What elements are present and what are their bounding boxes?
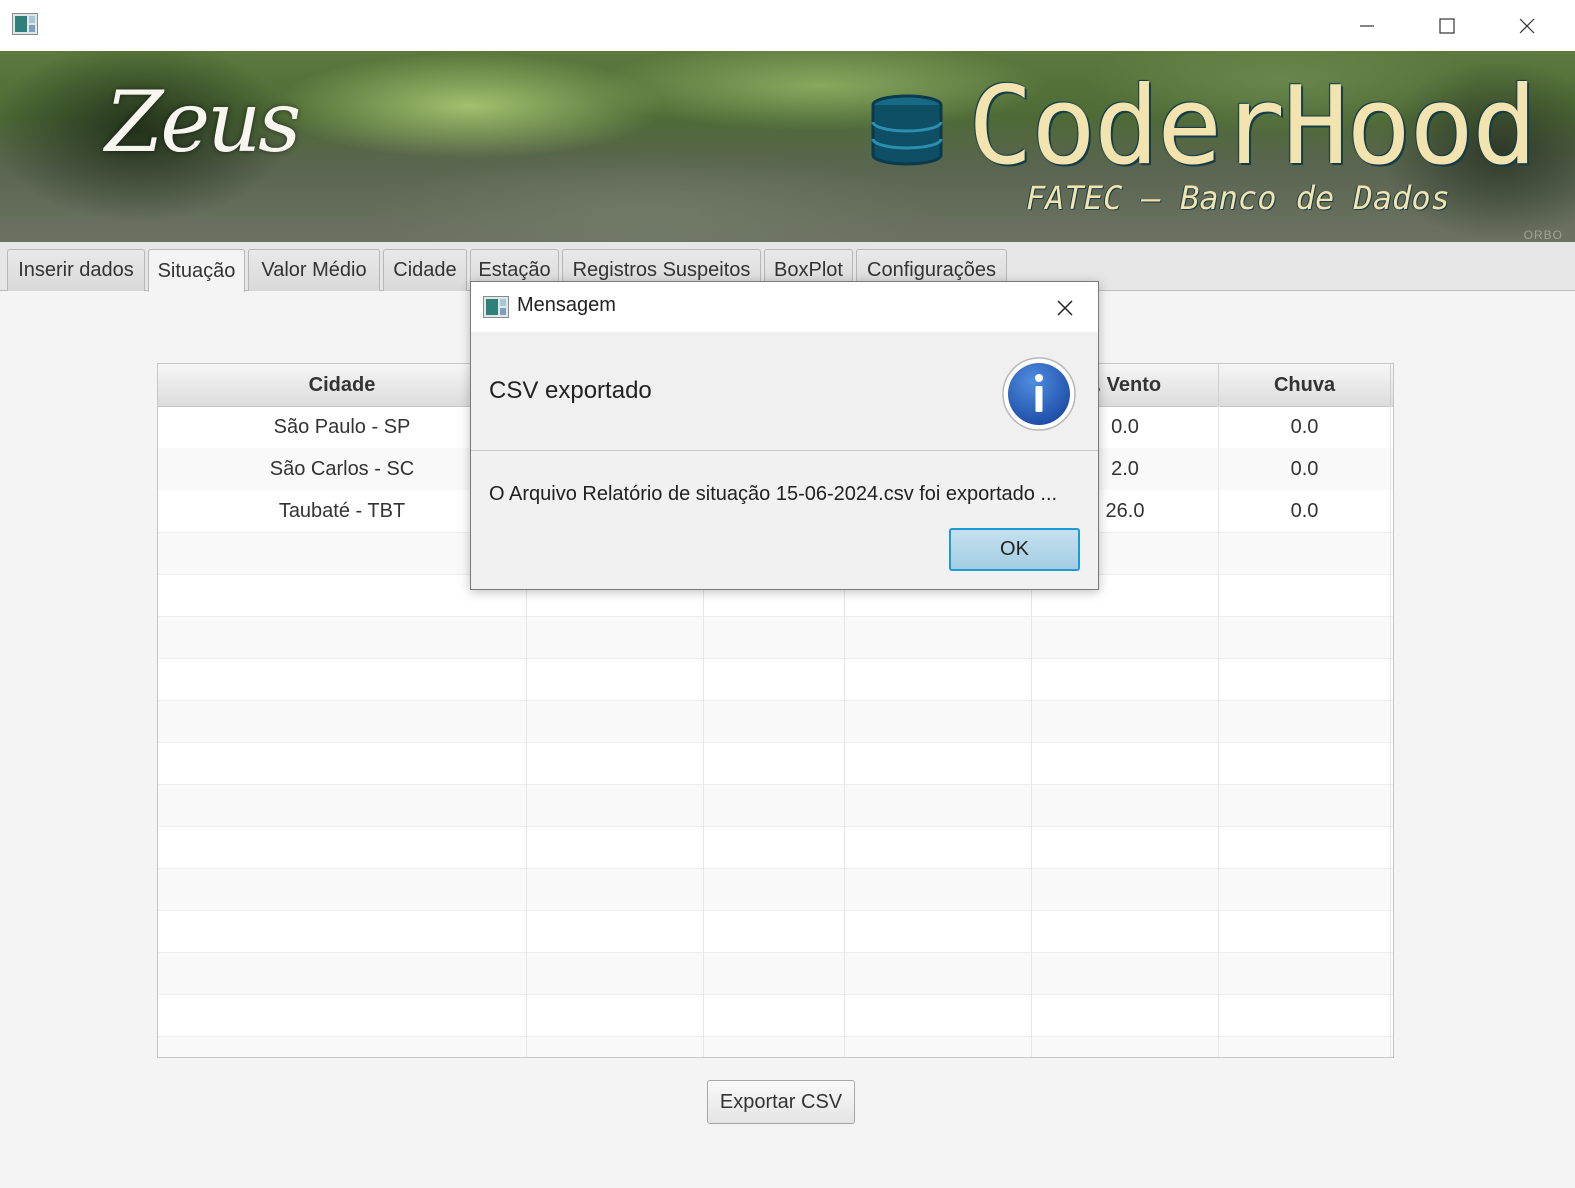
cell-chuva: 0.0 [1219,490,1391,532]
tab-inserir-dados[interactable]: Inserir dados [7,249,145,291]
close-icon [1519,18,1535,34]
empty-row [158,700,1393,743]
column-divider [1390,406,1391,1057]
tab-situacao[interactable]: Situação [148,249,245,292]
cell-chuva: 0.0 [1219,448,1391,490]
dialog-header-text: CSV exportado [489,377,652,404]
dialog-title: Mensagem [517,294,616,316]
minimize-button[interactable] [1327,0,1407,51]
empty-row [158,1036,1393,1057]
brand-subtitle: FATEC – Banco de Dados [1026,179,1450,217]
empty-row [158,742,1393,785]
message-dialog: Mensagem CSV exportado O Arquivo Relatór… [470,281,1099,590]
header-banner: Zeus CoderHood FATEC – Banco de Dados OR… [0,51,1575,242]
info-icon [1002,357,1076,431]
app-icon [483,296,509,318]
zeus-logo: Zeus [105,73,301,171]
maximize-button[interactable] [1407,0,1487,51]
banner-corner-mark: ORBO [1523,228,1563,242]
column-divider [1218,406,1219,1057]
window-titlebar [0,0,1575,51]
close-icon [1057,300,1073,316]
empty-row [158,952,1393,995]
ok-button[interactable]: OK [949,528,1080,571]
app-icon[interactable] [12,13,38,35]
empty-row [158,784,1393,827]
tab-valor-medio[interactable]: Valor Médio [248,249,380,291]
empty-row [158,910,1393,953]
dialog-close-button[interactable] [1051,294,1079,322]
empty-row [158,868,1393,911]
empty-row [158,658,1393,701]
tab-cidade[interactable]: Cidade [383,249,467,291]
close-button[interactable] [1487,0,1567,51]
brand-title: CoderHood [968,64,1537,189]
column-header-chuva[interactable]: Chuva [1219,364,1391,406]
maximize-icon [1439,18,1455,34]
dialog-message: O Arquivo Relatório de situação 15-06-20… [489,483,1058,505]
empty-row [158,826,1393,869]
database-icon [871,94,943,166]
empty-row [158,994,1393,1037]
minimize-icon [1360,25,1374,27]
empty-row [158,616,1393,659]
export-csv-button[interactable]: Exportar CSV [707,1080,855,1124]
dialog-header: CSV exportado [471,332,1098,451]
cell-chuva: 0.0 [1219,406,1391,448]
dialog-titlebar[interactable]: Mensagem [471,282,1098,332]
